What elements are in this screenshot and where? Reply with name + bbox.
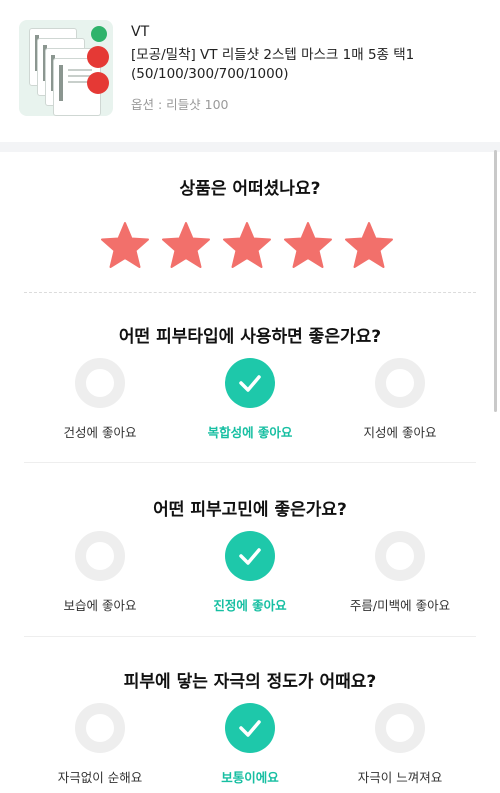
radio-circle-icon[interactable] [375, 358, 425, 408]
section-divider [0, 142, 500, 152]
option-label: 자극이 느껴져요 [357, 770, 443, 785]
star-icon-3[interactable] [222, 221, 272, 271]
radio-circle-icon[interactable] [75, 531, 125, 581]
option-label: 건성에 좋아요 [63, 425, 137, 440]
option-unselected[interactable]: 보습에 좋아요 [25, 531, 175, 615]
question-title: 피부에 닿는 자극의 정도가 어때요? [123, 672, 377, 692]
star-icon-5[interactable] [344, 221, 394, 271]
option-label: 보통이에요 [221, 770, 279, 785]
star-icon-1[interactable] [100, 221, 150, 271]
rating-question: 상품은 어떠셨나요? [179, 179, 321, 199]
radio-circle-icon[interactable] [375, 531, 425, 581]
option-unselected[interactable]: 주름/미백에 좋아요 [325, 531, 475, 615]
question-title: 어떤 피부타입에 사용하면 좋은가요? [118, 327, 382, 347]
radio-circle-icon[interactable] [375, 703, 425, 753]
dashed-divider [24, 292, 476, 293]
radio-circle-icon[interactable] [75, 358, 125, 408]
product-thumbnail [19, 20, 113, 116]
option-selected[interactable]: 보통이에요 [175, 703, 325, 787]
product-brand: VT [131, 24, 150, 40]
product-summary: VT [모공/밀착] VT 리들샷 2스텝 마스크 1매 5종 택1 (50/1… [0, 0, 500, 142]
check-icon[interactable] [225, 358, 275, 408]
option-unselected[interactable]: 자극이 느껴져요 [325, 703, 475, 787]
star-icon-4[interactable] [283, 221, 333, 271]
check-icon[interactable] [225, 531, 275, 581]
option-label: 주름/미백에 좋아요 [349, 598, 451, 613]
product-option: 옵션 : 리들샷 100 [131, 97, 229, 112]
option-selected[interactable]: 진정에 좋아요 [175, 531, 325, 615]
option-selected[interactable]: 복합성에 좋아요 [175, 358, 325, 442]
product-name: [모공/밀착] VT 리들샷 2스텝 마스크 1매 5종 택1 (50/100/… [131, 47, 415, 82]
section-separator [24, 462, 476, 463]
option-unselected[interactable]: 지성에 좋아요 [325, 358, 475, 442]
section-separator [24, 636, 476, 637]
radio-circle-icon[interactable] [75, 703, 125, 753]
star-rating[interactable] [100, 221, 400, 271]
star-icon-2[interactable] [161, 221, 211, 271]
option-label: 복합성에 좋아요 [207, 425, 293, 440]
option-unselected[interactable]: 건성에 좋아요 [25, 358, 175, 442]
option-unselected[interactable]: 자극없이 순해요 [25, 703, 175, 787]
question-title: 어떤 피부고민에 좋은가요? [153, 500, 347, 520]
option-label: 지성에 좋아요 [363, 425, 437, 440]
option-label: 진정에 좋아요 [213, 598, 287, 613]
check-icon[interactable] [225, 703, 275, 753]
option-label: 보습에 좋아요 [63, 598, 137, 613]
option-label: 자극없이 순해요 [57, 770, 143, 785]
